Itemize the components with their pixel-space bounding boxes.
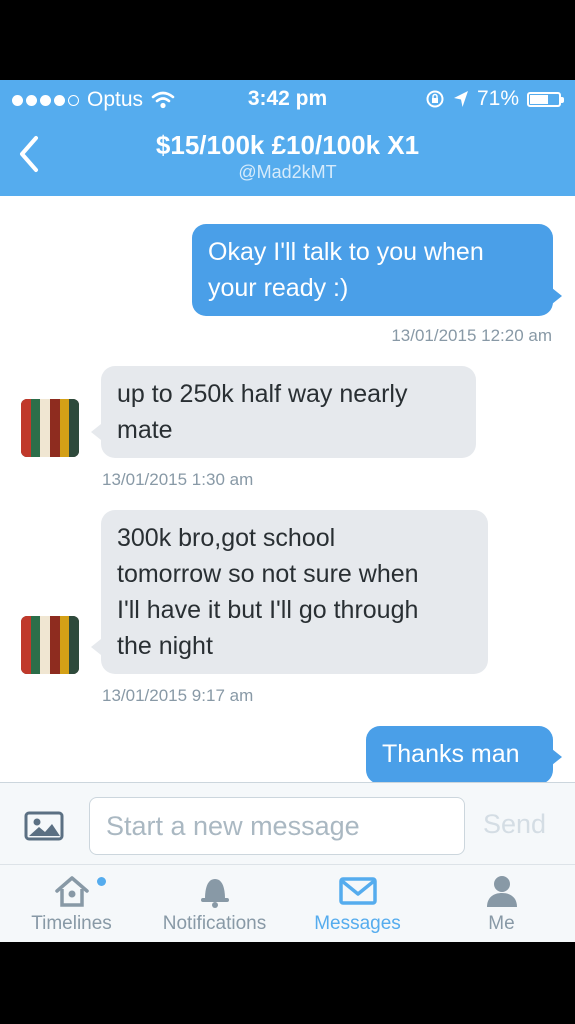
message-input[interactable] [89,797,465,855]
home-icon [54,876,89,907]
outgoing-message-bubble[interactable]: Thanks man [366,726,553,782]
rotation-lock-icon [426,90,444,108]
outgoing-message-bubble[interactable]: Okay I'll talk to you when your ready :) [192,224,553,316]
bubble-tail [552,288,562,304]
incoming-message-bubble[interactable]: 300k bro,got school tomorrow so not sure… [101,510,488,674]
compose-bar: Send [0,782,575,864]
message-timestamp: 13/01/2015 12:20 am [391,326,552,345]
envelope-icon [338,877,377,905]
bubble-tail [91,424,101,440]
message-text-line: Okay I'll talk to you when [208,238,484,266]
tab-bar: Timelines Notifications Messages Me [0,864,575,942]
status-bar: Optus 3:42 pm 71% [0,80,575,118]
unread-indicator-dot [97,877,106,886]
tab-messages[interactable]: Messages [286,865,429,942]
tab-me[interactable]: Me [430,865,573,942]
person-icon [486,876,517,907]
bubble-tail [552,749,562,765]
tab-notifications[interactable]: Notifications [143,865,286,942]
message-text-line: tomorrow so not sure when [117,560,419,588]
black-top-border [0,0,575,80]
message-text-line: your ready :) [208,274,349,302]
contact-avatar[interactable] [21,399,79,457]
location-arrow-icon [453,91,468,107]
message-timestamp: 13/01/2015 1:30 am [102,470,254,489]
message-text-line: Thanks man [382,740,520,768]
photo-icon[interactable] [24,811,64,841]
message-text-line: the night [117,632,213,660]
bell-icon [200,879,229,908]
phone-screen: Optus 3:42 pm 71% $15/100k £10/100k X1 @… [0,80,575,942]
conversation-header: $15/100k £10/100k X1 @Mad2kMT [0,118,575,196]
send-button[interactable]: Send [483,809,546,840]
battery-icon [527,91,564,107]
bubble-tail [91,639,101,655]
message-text-line: I'll have it but I'll go through [117,596,419,624]
tab-label: Notifications [162,913,267,934]
message-text-line: 300k bro,got school [117,524,336,552]
message-text-line: mate [117,416,173,444]
tab-label: Me [488,913,515,934]
tab-label: Timelines [31,913,112,934]
tab-label: Messages [314,913,401,934]
message-thread[interactable]: ‾‾‾‾‾‾‾‾‾‾‾‾‾‾‾‾‾‾‾‾‾‾ Okay I'll talk to… [0,196,575,782]
conversation-handle: @Mad2kMT [238,162,337,182]
incoming-message-bubble[interactable]: up to 250k half way nearly mate [101,366,476,458]
clipped-previous-timestamp: ‾‾‾‾‾‾‾‾‾‾‾‾‾‾‾‾‾‾‾‾‾‾ [102,196,227,206]
tab-timelines[interactable]: Timelines [0,865,143,942]
contact-avatar[interactable] [21,616,79,674]
battery-percentage: 71% [476,87,519,110]
message-text-line: up to 250k half way nearly [117,380,408,408]
battery-fill [530,94,549,104]
conversation-title: $15/100k £10/100k X1 [155,130,420,160]
status-right: 71% [425,87,564,111]
black-bottom-border [0,942,575,1024]
message-timestamp: 13/01/2015 9:17 am [102,686,254,705]
